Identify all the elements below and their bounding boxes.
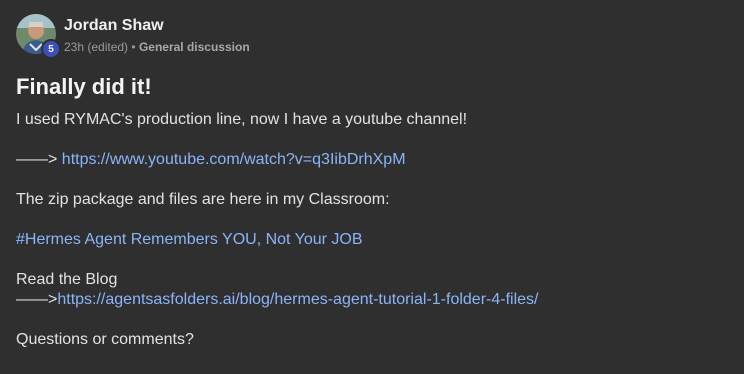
closing-line: Questions or comments? bbox=[16, 331, 194, 348]
arrow-text: ——> bbox=[16, 151, 62, 168]
post-time: 23h (edited) bbox=[64, 40, 129, 54]
author-meta: Jordan Shaw 23h (edited) • General discu… bbox=[64, 14, 250, 56]
arrow-text: ——> bbox=[16, 291, 58, 308]
post-card: 5 Jordan Shaw 23h (edited) • General dis… bbox=[0, 0, 744, 374]
youtube-link[interactable]: https://www.youtube.com/watch?v=q3IibDrh… bbox=[62, 151, 406, 168]
meta-separator: • bbox=[131, 40, 136, 54]
classroom-link[interactable]: #Hermes Agent Remembers YOU, Not Your JO… bbox=[16, 231, 363, 248]
blog-link[interactable]: https://agentsasfolders.ai/blog/hermes-a… bbox=[57, 291, 538, 308]
post-category[interactable]: General discussion bbox=[139, 40, 250, 54]
avatar-wrap[interactable]: 5 bbox=[16, 14, 61, 59]
youtube-line: ——> https://www.youtube.com/watch?v=q3Ii… bbox=[16, 150, 728, 170]
blog-line: ——>https://agentsasfolders.ai/blog/herme… bbox=[16, 290, 728, 310]
level-badge: 5 bbox=[41, 39, 61, 59]
post-line-1: I used RYMAC's production line, now I ha… bbox=[16, 111, 468, 128]
author-name[interactable]: Jordan Shaw bbox=[64, 16, 250, 36]
post-body: I used RYMAC's production line, now I ha… bbox=[16, 110, 728, 350]
post-line-2: The zip package and files are here in my… bbox=[16, 191, 390, 208]
classroom-line: #Hermes Agent Remembers YOU, Not Your JO… bbox=[16, 230, 728, 250]
post-title: Finally did it! bbox=[16, 74, 152, 99]
post-header: 5 Jordan Shaw 23h (edited) • General dis… bbox=[16, 14, 728, 64]
post-subline: 23h (edited) • General discussion bbox=[64, 38, 250, 56]
blog-label: Read the Blog bbox=[16, 271, 118, 288]
